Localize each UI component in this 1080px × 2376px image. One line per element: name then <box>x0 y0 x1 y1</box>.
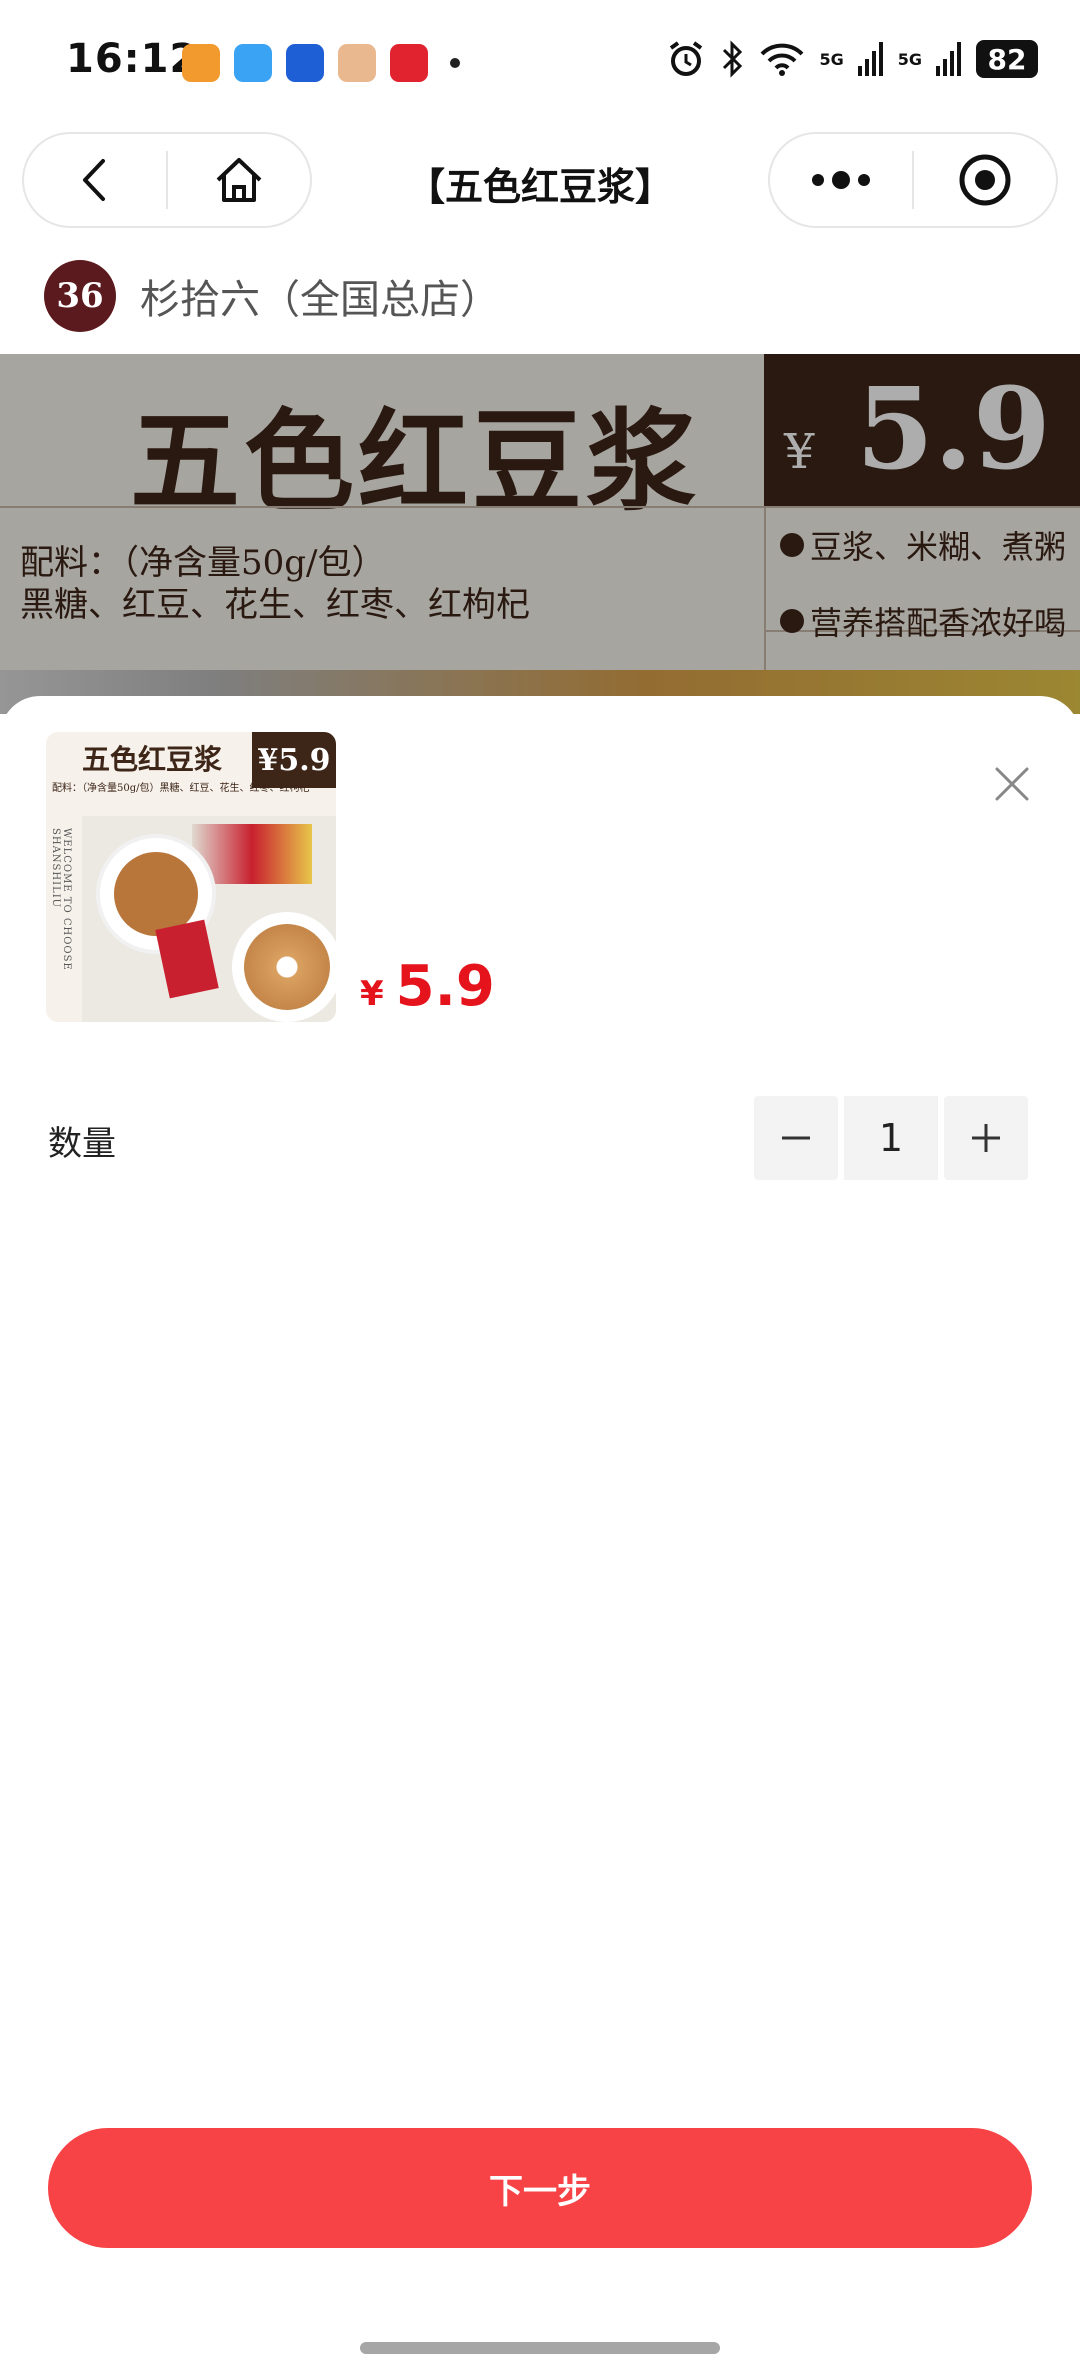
price-value: 5.9 <box>395 954 495 1019</box>
plus-icon <box>972 1124 1000 1152</box>
thumb-side-text: WELCOME TO CHOOSE SHANSHILIU <box>50 828 72 971</box>
chevron-left-icon <box>83 159 105 201</box>
close-miniprogram-button[interactable] <box>914 134 1056 226</box>
thumb-title: 五色红豆浆 <box>82 743 223 776</box>
packets-image <box>192 824 312 884</box>
more-notifications-icon <box>450 58 460 68</box>
minus-icon <box>782 1136 810 1140</box>
product-thumbnail[interactable]: 五色红豆浆 ¥5.9 配料：（净含量50g/包）黑糖、红豆、花生、红枣、红枸杞 … <box>46 732 336 1022</box>
bagel-image <box>232 912 336 1022</box>
modal-overlay[interactable] <box>0 354 1080 714</box>
page-title: 【五色红豆浆】 <box>406 165 673 209</box>
bluetooth-icon <box>723 40 743 78</box>
home-icon <box>216 158 262 202</box>
nav-capsule-left <box>22 132 312 228</box>
notification-icons <box>182 44 460 82</box>
signal-1-icon <box>857 42 883 76</box>
app-3-icon <box>286 44 324 82</box>
system-icons: 5G 5G 82 <box>667 40 1038 78</box>
alarm-icon <box>670 41 703 76</box>
store-header[interactable]: 36 杉拾六（全国总店） <box>0 238 1080 354</box>
next-step-button[interactable]: 下一步 <box>48 2128 1032 2248</box>
battery-icon: 82 <box>976 40 1038 78</box>
store-name: 杉拾六（全国总店） <box>140 277 500 323</box>
app-5-icon <box>390 44 428 82</box>
more-dots-icon <box>812 171 870 189</box>
back-button[interactable] <box>24 134 166 226</box>
app-2-icon <box>234 44 272 82</box>
status-time: 16:12 <box>66 36 199 82</box>
quantity-label: 数量 <box>48 1124 116 1164</box>
home-indicator[interactable] <box>360 2342 720 2354</box>
packet-image <box>155 919 219 999</box>
increase-button[interactable] <box>944 1096 1028 1180</box>
decrease-button[interactable] <box>754 1096 838 1180</box>
sku-bottom-sheet: 五色红豆浆 ¥5.9 配料：（净含量50g/包）黑糖、红豆、花生、红枣、红枸杞 … <box>0 696 1080 2376</box>
quantity-stepper: 1 <box>754 1096 1028 1180</box>
more-button[interactable] <box>770 134 912 226</box>
home-button[interactable] <box>168 134 310 226</box>
nav-capsule-right <box>768 132 1058 228</box>
wifi-icon <box>761 43 804 76</box>
app-4-icon <box>338 44 376 82</box>
target-icon <box>959 154 1011 206</box>
nav-bar: 【五色红豆浆】 <box>0 128 1080 238</box>
thumb-price: ¥5.9 <box>252 732 336 788</box>
signal-2-icon <box>936 42 961 76</box>
close-icon <box>995 767 1029 801</box>
signal-1-label: 5G <box>819 49 844 69</box>
thumb-photo <box>82 816 336 1022</box>
store-logo: 36 <box>44 260 116 332</box>
quantity-value[interactable]: 1 <box>844 1096 938 1180</box>
signal-2-label: 5G <box>897 49 922 69</box>
app-1-icon <box>182 44 220 82</box>
sheet-price: ¥ 5.9 <box>360 954 495 1019</box>
close-button[interactable] <box>984 756 1040 812</box>
status-bar: 16:12 5G 5G 82 <box>0 0 1080 128</box>
price-yen: ¥ <box>360 974 384 1014</box>
thumb-ingredients: 配料：（净含量50g/包）黑糖、红豆、花生、红枣、红枸杞 <box>52 783 310 794</box>
